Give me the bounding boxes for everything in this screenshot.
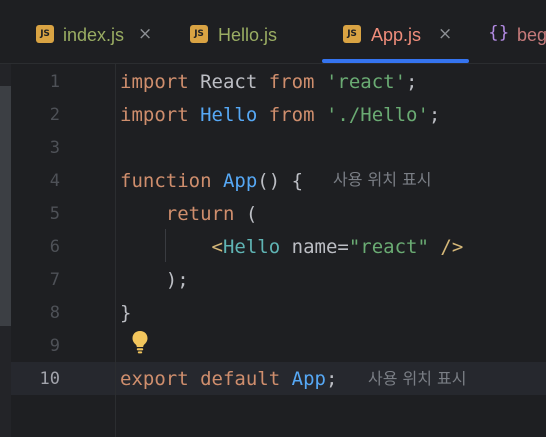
lightbulb-icon[interactable] [130, 329, 150, 355]
code-line[interactable]: 2 import Hello from './Hello'; [0, 99, 546, 132]
code-token: App [222, 170, 258, 192]
code-token: < [211, 236, 223, 258]
active-tab-indicator [322, 59, 469, 63]
code-text: ); [120, 264, 189, 297]
line-number: 9 [49, 336, 60, 356]
code-text: <Hello name="react" /> [120, 231, 464, 264]
code-token: export [120, 368, 189, 390]
code-line[interactable]: 8} [0, 297, 546, 330]
code-text: function App() { [120, 165, 303, 198]
line-number: 8 [49, 303, 60, 323]
tab-json[interactable]: {} beg [472, 0, 546, 64]
ide-window: JS index.js × JS Hello.js JS App.js × {}… [0, 0, 546, 437]
line-number: 1 [49, 72, 60, 92]
editor-tab-bar: JS index.js × JS Hello.js JS App.js × {}… [0, 0, 546, 64]
code-token: from [268, 71, 315, 93]
code-token: name [291, 236, 338, 258]
code-token: /> [440, 236, 464, 258]
code-token: import [120, 71, 189, 93]
code-token: = [337, 236, 349, 258]
code-token: ; [428, 104, 441, 126]
code-line[interactable]: 1 import React from 'react'; [0, 66, 546, 99]
usage-hint[interactable]: 사용 위치 표시 [368, 362, 467, 395]
code-line[interactable]: 6 <Hello name="react" /> [0, 231, 546, 264]
code-token: App [291, 368, 326, 390]
tab-hello-js[interactable]: JS Hello.js [165, 0, 320, 64]
js-file-icon: JS [190, 25, 208, 43]
line-number: 5 [49, 204, 60, 224]
code-line[interactable]: 5 return ( [0, 198, 546, 231]
code-token: function [120, 170, 212, 192]
code-token: default [200, 368, 281, 390]
code-text: import React from 'react'; [120, 66, 417, 99]
code-token: } [120, 302, 132, 324]
code-token: "react" [348, 236, 429, 258]
code-text: import Hello from './Hello'; [120, 99, 440, 132]
code-token: ); [120, 269, 189, 291]
code-text: export default App; [120, 363, 337, 396]
code-editor[interactable]: 1 import React from 'react'; 2 import Hello… [0, 64, 546, 437]
close-icon[interactable]: × [138, 24, 152, 44]
line-number: 2 [49, 105, 60, 125]
code-token: './Hello' [325, 104, 429, 126]
code-line[interactable]: 4 function App() { [0, 165, 546, 198]
tab-label: beg [517, 25, 546, 45]
code-token: () { [257, 170, 304, 192]
line-number: 4 [49, 171, 60, 191]
code-token: ; [325, 368, 338, 390]
js-file-icon: JS [36, 25, 54, 43]
json-file-icon: {} [488, 23, 510, 43]
close-icon[interactable]: × [438, 24, 452, 44]
line-number: 10 [39, 369, 60, 389]
code-line[interactable]: 3 [0, 132, 546, 165]
code-text: return ( [120, 198, 258, 231]
usage-hint[interactable]: 사용 위치 표시 [333, 163, 432, 196]
tab-label: index.js [63, 25, 125, 45]
code-line[interactable]: 7 ); [0, 264, 546, 297]
code-token: import [120, 104, 189, 126]
code-token: React [188, 71, 269, 93]
code-token: Hello [200, 104, 258, 126]
tab-label: App.js [371, 25, 422, 45]
code-token: Hello [222, 236, 281, 258]
code-token: from [268, 104, 315, 126]
tab-app-js[interactable]: JS App.js × [320, 0, 472, 64]
code-token: ( [234, 203, 258, 225]
tab-index-js[interactable]: JS index.js × [0, 0, 165, 64]
line-number: 7 [49, 270, 60, 290]
code-token: return [165, 203, 235, 225]
code-token: ; [406, 71, 418, 93]
tab-label: Hello.js [218, 25, 278, 45]
line-number: 6 [49, 237, 60, 257]
code-line[interactable]: 9 [0, 330, 546, 363]
code-text: } [120, 297, 131, 330]
code-token: 'react' [325, 71, 407, 93]
js-file-icon: JS [343, 25, 361, 43]
line-number: 3 [49, 138, 60, 158]
